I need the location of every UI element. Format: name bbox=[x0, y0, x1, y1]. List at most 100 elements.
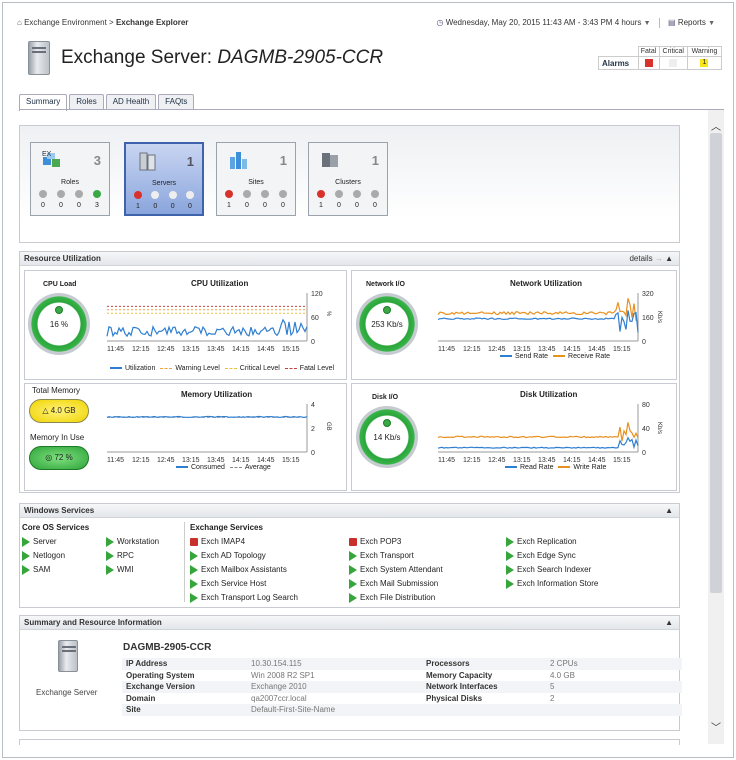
info-value: 4.0 GB bbox=[550, 670, 575, 680]
service-item[interactable]: Exch Mailbox Assistants bbox=[190, 563, 298, 577]
service-item[interactable]: Exch Service Host bbox=[190, 577, 298, 591]
breadcrumb-current: Exchange Explorer bbox=[115, 18, 189, 27]
reports-button[interactable]: Reports bbox=[678, 18, 706, 27]
stat-critical: 0 bbox=[147, 190, 163, 212]
alarms-warning-cell[interactable]: 1 bbox=[686, 56, 723, 70]
service-item[interactable]: Exch POP3 bbox=[349, 535, 443, 549]
page-title-server-name: DAGMB-2905-CCR bbox=[217, 47, 384, 68]
cpu-load-label: CPU Load bbox=[43, 281, 77, 288]
info-key: Exchange Version bbox=[126, 682, 195, 692]
ok-icon: ◎ bbox=[45, 453, 53, 462]
tab-faqts[interactable]: FAQts bbox=[158, 94, 195, 110]
windows-services-section: Windows Services ▲ Core OS Services Serv… bbox=[19, 503, 680, 608]
chevron-down-icon[interactable]: ▼ bbox=[644, 20, 651, 27]
tile-roles-stats: 0 0 0 3 bbox=[35, 189, 105, 211]
summary-section: Summary and Resource Information ▲ Excha… bbox=[19, 615, 682, 731]
stat-fatal: 1 bbox=[130, 190, 146, 212]
tile-sites[interactable]: 1 Sites 1 0 0 0 bbox=[216, 142, 296, 216]
disk-utilization-chart[interactable]: 80 40 0 Kb/s 11:45 12:15 12:45 13:15 13:45 14:15 1… bbox=[436, 400, 676, 470]
x-tick-label: 11:45 bbox=[438, 457, 455, 464]
running-icon bbox=[349, 578, 357, 589]
service-item[interactable]: Exch System Attendant bbox=[349, 563, 443, 577]
tile-servers-label: Servers bbox=[151, 180, 177, 187]
x-tick-label: 13:15 bbox=[513, 346, 531, 353]
role-tiles-panel: EX 3 Roles 0 0 0 3 1 Servers 1 0 0 0 1 S… bbox=[19, 125, 680, 243]
details-link[interactable]: details bbox=[629, 254, 652, 263]
service-item[interactable]: Exch Transport Log Search bbox=[190, 591, 298, 605]
read-rate-series bbox=[437, 436, 639, 450]
disk-io-value: 14 Kb/s bbox=[373, 433, 401, 442]
warning-alarm-count: 1 bbox=[700, 59, 709, 67]
server-name: DAGMB-2905-CCR bbox=[123, 642, 212, 653]
alarms-fatal-cell[interactable] bbox=[637, 56, 660, 70]
service-item[interactable]: WMI bbox=[106, 563, 159, 577]
breadcrumb-home-icon[interactable]: ⌂ bbox=[17, 18, 22, 27]
page-title: Exchange Server: DAGMB-2905-CCR bbox=[61, 47, 383, 69]
stopped-icon bbox=[190, 537, 198, 546]
ok-icon bbox=[55, 306, 63, 314]
service-item[interactable]: Exch IMAP4 bbox=[190, 535, 298, 549]
y-tick-label: 0 bbox=[311, 339, 315, 346]
network-io-gauge[interactable]: 253 Kb/s bbox=[356, 293, 418, 355]
y-tick-label: 160 bbox=[642, 315, 654, 322]
service-item[interactable]: Server bbox=[22, 535, 89, 549]
cpu-load-gauge[interactable]: 16 % bbox=[28, 293, 90, 355]
tile-roles[interactable]: EX 3 Roles 0 0 0 3 bbox=[30, 142, 110, 216]
breadcrumb-parent[interactable]: Exchange Environment bbox=[24, 18, 107, 27]
service-item[interactable]: Exch Edge Sync bbox=[506, 549, 598, 563]
tile-clusters[interactable]: 1 Clusters 1 0 0 0 bbox=[308, 142, 388, 216]
scroll-up-icon[interactable]: ︿ bbox=[708, 118, 724, 133]
service-item[interactable]: Workstation bbox=[106, 535, 159, 549]
collapse-icon[interactable]: ▲ bbox=[665, 254, 673, 263]
disk-io-gauge[interactable]: 14 Kb/s bbox=[356, 406, 418, 468]
memory-utilization-chart[interactable]: 4 2 0 GB 11:45 12:15 12:45 13:15 13:45 14:15 14:45… bbox=[105, 400, 347, 470]
service-item[interactable]: Netlogon bbox=[22, 549, 89, 563]
fatal-alarm-indicator bbox=[644, 59, 653, 67]
network-utilization-chart[interactable]: 320 160 0 Kb/s 11:45 12:15 12:45 13:15 13:45 14:1… bbox=[436, 289, 676, 359]
service-item[interactable]: Exch Replication bbox=[506, 535, 598, 549]
tile-sites-stats: 1 0 0 0 bbox=[221, 189, 291, 211]
time-range-selector[interactable]: Wednesday, May 20, 2015 11:43 AM - 3:43 … bbox=[446, 18, 642, 27]
stat-ok: 0 bbox=[367, 189, 383, 211]
stopped-icon bbox=[349, 537, 357, 546]
service-name: Exch Service Host bbox=[201, 579, 267, 588]
service-item[interactable]: SAM bbox=[22, 563, 89, 577]
service-item[interactable]: Exch Transport bbox=[349, 549, 443, 563]
service-item[interactable]: Exch Information Store bbox=[506, 577, 598, 591]
x-tick-label: 13:15 bbox=[182, 346, 200, 353]
y-unit-label: GB bbox=[325, 422, 331, 431]
service-item[interactable]: Exch File Distribution bbox=[349, 591, 443, 605]
running-icon bbox=[349, 550, 357, 561]
service-item[interactable]: Exch AD Topology bbox=[190, 549, 298, 563]
x-tick-label: 14:15 bbox=[563, 346, 581, 353]
total-memory-pill[interactable]: △ 4.0 GB bbox=[29, 399, 89, 423]
memory-in-use-pill[interactable]: ◎ 72 % bbox=[29, 446, 89, 470]
chevron-down-icon[interactable]: ▼ bbox=[708, 20, 715, 27]
exchange-services-title: Exchange Services bbox=[190, 523, 263, 532]
alarms-summary[interactable]: Fatal Critical Warning Alarms 1 bbox=[598, 46, 723, 70]
cpu-legend: Utilization Warning Level Critical Level… bbox=[107, 365, 334, 372]
collapse-icon[interactable]: ▲ bbox=[665, 506, 673, 515]
scroll-down-icon[interactable]: ﹀ bbox=[708, 719, 724, 734]
info-value: qa2007ccr.local bbox=[251, 693, 307, 703]
arrow-right-icon[interactable]: → bbox=[655, 254, 663, 263]
service-name: Netlogon bbox=[33, 551, 66, 560]
tile-servers[interactable]: 1 Servers 1 0 0 0 bbox=[124, 142, 204, 216]
x-tick-label: 14:15 bbox=[232, 346, 250, 353]
details-controls: details → ▲ bbox=[629, 254, 673, 263]
tab-ad-health[interactable]: AD Health bbox=[105, 94, 157, 110]
alarms-critical-cell[interactable] bbox=[658, 56, 688, 70]
service-name: Exch Mailbox Assistants bbox=[201, 565, 287, 574]
collapse-icon[interactable]: ▲ bbox=[665, 618, 673, 627]
scrollbar-thumb[interactable] bbox=[710, 133, 722, 593]
cpu-utilization-chart[interactable]: 120 60 0% 11:45 12:15 12:45 13:15 13:45 14:15 14:… bbox=[105, 289, 347, 359]
tab-roles[interactable]: Roles bbox=[69, 94, 104, 110]
ok-status-icon bbox=[93, 190, 101, 199]
running-icon bbox=[506, 550, 514, 561]
service-item[interactable]: Exch Search Indexer bbox=[506, 563, 598, 577]
legend-label: Receive Rate bbox=[568, 353, 611, 360]
service-item[interactable]: Exch Mail Submission bbox=[349, 577, 443, 591]
service-item[interactable]: RPC bbox=[106, 549, 159, 563]
reports-icon: ▤ bbox=[668, 18, 676, 28]
x-tick-label: 14:45 bbox=[588, 457, 606, 464]
